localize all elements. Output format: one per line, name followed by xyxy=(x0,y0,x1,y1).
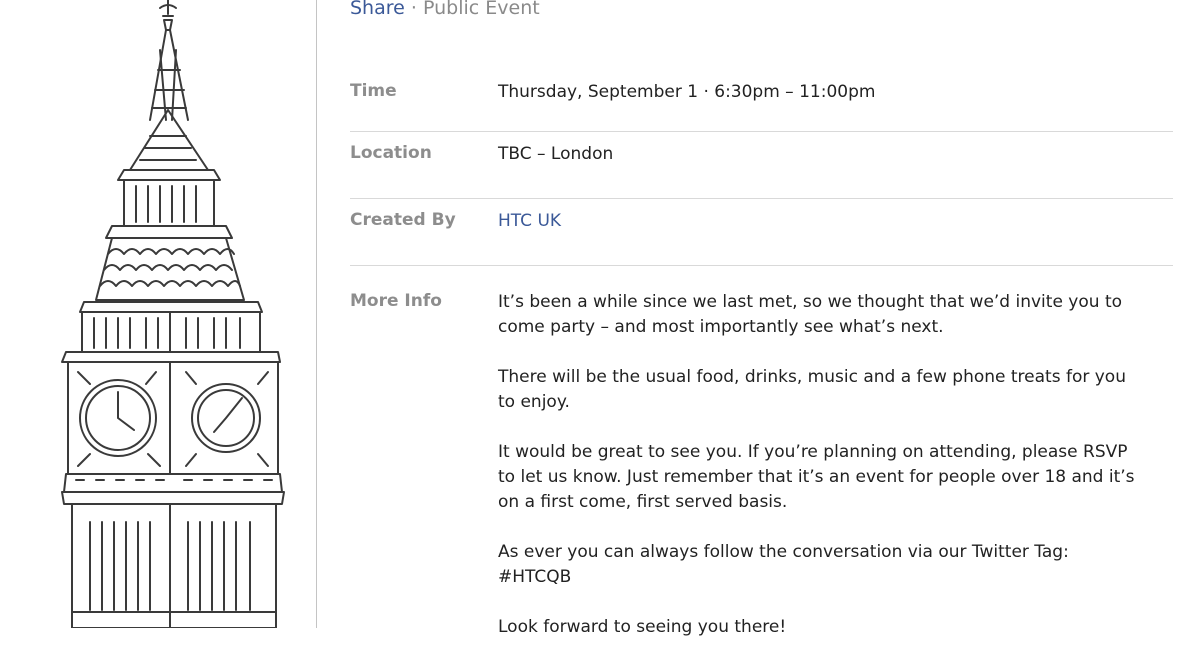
location-label: Location xyxy=(350,143,432,163)
more-info-text: It’s been a while since we last met, so … xyxy=(498,290,1173,640)
created-by-value: HTC UK xyxy=(498,209,1173,234)
time-value: Thursday, September 1 · 6:30pm – 11:00pm xyxy=(498,82,876,102)
detail-row-created-by: Created By HTC UK xyxy=(350,199,1173,266)
more-info-paragraph: There will be the usual food, drinks, mu… xyxy=(498,367,1126,412)
more-info-paragraph: As ever you can always follow the conver… xyxy=(498,542,1069,587)
big-ben-illustration xyxy=(0,0,316,628)
header-separator: · xyxy=(410,0,417,19)
detail-row-more-info: More Info It’s been a while since we las… xyxy=(350,266,1173,640)
created-by-label: Created By xyxy=(350,210,456,230)
more-info-paragraph: It would be great to see you. If you’re … xyxy=(498,442,1135,512)
detail-row-time: Time Thursday, September 1 · 6:30pm – 11… xyxy=(350,72,1173,132)
more-info-label: More Info xyxy=(350,291,442,311)
event-privacy: Public Event xyxy=(422,0,540,19)
time-label: Time xyxy=(350,81,397,101)
column-divider xyxy=(316,0,317,628)
share-link[interactable]: Share xyxy=(350,0,405,19)
more-info-paragraph: It’s been a while since we last met, so … xyxy=(498,292,1123,337)
event-header: Share · Public Event xyxy=(350,0,540,20)
detail-row-location: Location TBC – London xyxy=(350,132,1173,199)
creator-link[interactable]: HTC UK xyxy=(498,211,561,231)
event-details-table: Time Thursday, September 1 · 6:30pm – 11… xyxy=(350,72,1173,665)
location-value: TBC – London xyxy=(498,144,614,164)
